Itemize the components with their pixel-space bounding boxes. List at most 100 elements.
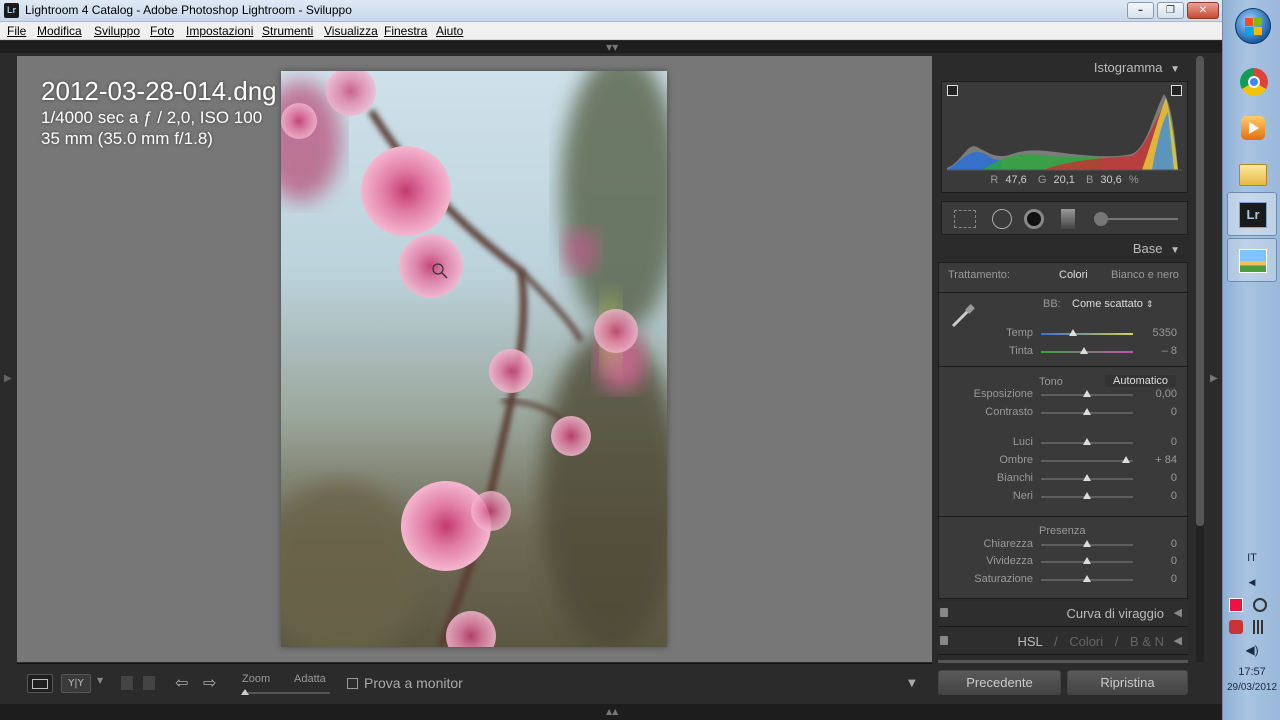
menu-foto[interactable]: Foto [150,24,174,38]
shadow-clip-toggle[interactable] [947,85,958,96]
slider-thumb[interactable] [1083,474,1091,481]
tone-curve-header[interactable]: Curva di viraggio ◀ [938,601,1188,627]
zoom-slider-track[interactable] [242,692,330,694]
slider-value[interactable]: 0 [1137,406,1177,418]
menu-impostazioni[interactable]: Impostazioni [186,24,253,38]
left-panel-toggle[interactable]: ▶ [0,53,16,704]
menu-modifica[interactable]: Modifica [37,24,82,38]
red-eye-icon[interactable] [1024,209,1044,229]
slider-track[interactable] [1041,460,1133,462]
arrow-left-icon[interactable]: ⇦ [175,673,188,692]
volume-tray-icon[interactable]: ◀) [1223,643,1280,657]
slider-thumb[interactable] [1083,390,1091,397]
slider-thumb[interactable] [1080,347,1089,354]
panel-toggle-icon[interactable] [940,608,948,617]
tool-strip [941,201,1188,235]
slider-thumb[interactable] [1121,456,1130,463]
b-label: B [1085,174,1094,186]
crop-tool-icon[interactable] [954,210,976,228]
slider-value[interactable]: – 8 [1137,345,1177,357]
menu-aiuto[interactable]: Aiuto [436,24,463,38]
slider-value[interactable]: 0 [1137,472,1177,484]
loupe-view-button[interactable] [27,674,53,693]
taskbar-lightroom[interactable]: Lr [1227,192,1277,236]
security-tray-icon[interactable] [1229,620,1243,634]
close-button[interactable]: ✕ [1187,2,1219,19]
slider-thumb[interactable] [1083,492,1091,499]
zoom-slider-thumb[interactable] [241,689,249,695]
taskbar-media-player[interactable] [1227,106,1277,150]
slider-thumb[interactable] [1083,438,1091,445]
wb-dropdown[interactable]: Come scattato ⇕ [1072,298,1154,310]
sync-tray-icon[interactable] [1253,598,1267,612]
slider-thumb[interactable] [1083,540,1091,547]
panel-toggle-icon[interactable] [940,636,948,645]
tray-expand-icon[interactable]: ◀ [1223,577,1280,588]
menu-sviluppo[interactable]: Sviluppo [94,24,140,38]
histogram-header[interactable]: Istogramma ▼ [1094,60,1180,75]
slider-value[interactable]: 5350 [1137,327,1177,339]
menu-file[interactable]: File [7,24,26,38]
menu-strumenti[interactable]: Strumenti [262,24,313,38]
slider-label-esposizione: Esposizione [973,388,1033,400]
language-indicator[interactable]: IT [1223,552,1280,564]
hsl-header[interactable]: HSL / Colori / B & N ◀ [938,629,1188,655]
flag-icon[interactable] [121,676,133,690]
reset-button[interactable]: Ripristina [1067,670,1188,695]
arrow-right-icon[interactable]: ⇨ [203,673,216,692]
clock-date[interactable]: 29/03/2012 [1223,682,1280,693]
right-panel-toggle[interactable]: ▶ [1204,53,1222,704]
basic-header[interactable]: Base ▼ [1133,241,1180,256]
minimize-button[interactable]: – [1127,2,1154,19]
treatment-color[interactable]: Colori [1059,269,1088,281]
slider-value[interactable]: 0 [1137,555,1177,567]
slider-thumb[interactable] [1069,329,1078,336]
highlight-clip-toggle[interactable] [1171,85,1182,96]
slider-value[interactable]: 0 [1137,573,1177,585]
tab-hsl[interactable]: HSL [1018,634,1043,649]
graduated-filter-icon[interactable] [1061,209,1075,229]
window-title: Lightroom 4 Catalog - Adobe Photoshop Li… [25,3,352,17]
slider-value[interactable]: 0,00 [1137,388,1177,400]
slider-track[interactable] [1041,333,1133,335]
reject-flag-icon[interactable] [143,676,155,690]
photo[interactable] [281,71,667,647]
panel-scrollbar-thumb[interactable] [1196,56,1204,526]
slider-value[interactable]: 0 [1137,538,1177,550]
dropdown-icon[interactable]: ▼ [97,676,103,685]
slider-value[interactable]: + 84 [1137,454,1177,466]
fit-label: Adatta [294,673,326,685]
menu-visualizza[interactable]: Visualizza [324,24,378,38]
adjustment-brush-icon[interactable] [1094,212,1108,226]
filmstrip-toggle[interactable]: ▲▲ [0,704,1222,720]
auto-tone-button[interactable]: Automatico [1105,375,1177,387]
taskbar-explorer[interactable] [1227,152,1277,196]
flag-tray-icon[interactable] [1229,598,1243,612]
softproof-checkbox[interactable] [347,678,358,689]
treatment-bw[interactable]: Bianco e nero [1111,269,1179,281]
slider-thumb[interactable] [1083,408,1091,415]
start-button[interactable] [1227,4,1277,48]
taskbar-chrome[interactable] [1227,60,1277,104]
menu-finestra[interactable]: Finestra [384,24,427,38]
histogram-panel[interactable]: R 47,6 G 20,1 B 30,6 % [941,81,1188,193]
slider-value[interactable]: 0 [1137,490,1177,502]
clock-time[interactable]: 17:57 [1223,666,1280,678]
top-panel-toggle[interactable]: ▼▼ [0,41,1222,53]
network-tray-icon[interactable] [1253,620,1267,634]
expand-right-icon: ▶ [1210,373,1218,384]
maximize-button[interactable]: ❐ [1157,2,1184,19]
tab-bw[interactable]: B & N [1130,634,1164,649]
spot-removal-icon[interactable] [992,209,1012,229]
toolbar-menu-icon[interactable]: ▼ [908,678,916,689]
eyedropper-icon[interactable] [949,302,977,330]
slider-value[interactable]: 0 [1137,436,1177,448]
before-after-button[interactable]: Y|Y [61,674,91,693]
slider-thumb[interactable] [1083,575,1091,582]
image-view[interactable]: 2012-03-28-014.dng 1/4000 sec a ƒ / 2,0,… [17,56,932,662]
presence-label: Presenza [1039,525,1086,537]
slider-thumb[interactable] [1083,557,1091,564]
previous-button[interactable]: Precedente [938,670,1061,695]
taskbar-photo-viewer[interactable] [1227,238,1277,282]
tab-colors[interactable]: Colori [1069,634,1103,649]
